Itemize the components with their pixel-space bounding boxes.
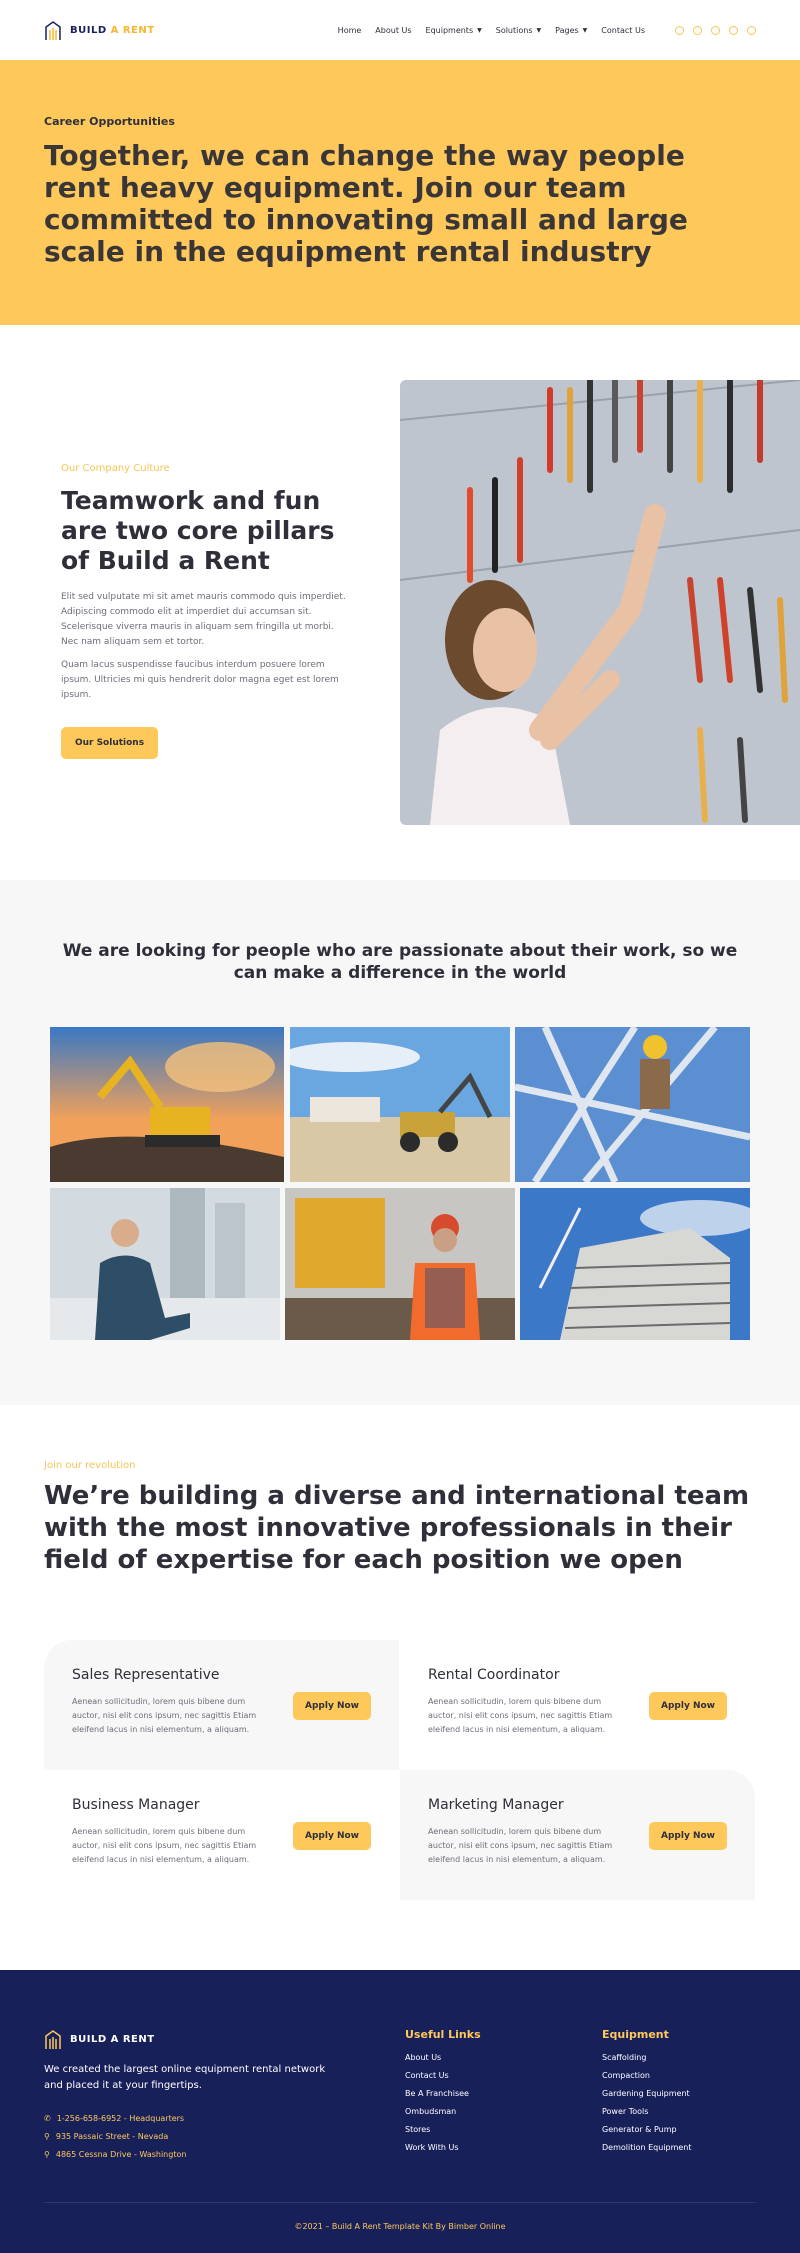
culture-title: Teamwork and fun are two core pillars of… xyxy=(61,486,335,575)
building-logo-icon xyxy=(45,2030,61,2049)
hero-eyebrow: Career Opportunities xyxy=(44,115,175,128)
map-pin-icon: ⚲ xyxy=(44,2150,50,2159)
job-title: Sales Representative xyxy=(72,1667,220,1683)
logo-text: BUILD A RENT xyxy=(70,2033,155,2045)
nav-contact-us[interactable]: Contact Us xyxy=(601,26,645,35)
nav-equipments[interactable]: Equipments ▼ xyxy=(426,26,482,35)
map-pin-icon: ⚲ xyxy=(44,2132,50,2141)
pinterest-icon[interactable] xyxy=(693,25,702,35)
contact-address-nevada[interactable]: ⚲ 935 Passaic Street - Nevada xyxy=(44,2132,186,2141)
culture-text: Our Company Culture Teamwork and fun are… xyxy=(61,463,351,759)
job-title: Business Manager xyxy=(72,1797,200,1813)
youtube-icon[interactable] xyxy=(729,25,738,35)
nav-solutions[interactable]: Solutions ▼ xyxy=(496,26,541,35)
construction-worker-photo xyxy=(285,1188,515,1340)
footer-contacts: ✆ 1-256-658-6952 - Headquarters ⚲ 935 Pass… xyxy=(44,2114,186,2168)
culture-paragraph-2: Quam lacus suspendisse faucibus interdum… xyxy=(61,660,339,700)
businessman-photo xyxy=(50,1188,280,1340)
job-description: Aenean sollicitudin, lorem quis bibene d… xyxy=(72,1697,257,1734)
footer-divider xyxy=(44,2202,756,2203)
footer-link[interactable]: Power Tools xyxy=(602,2107,692,2116)
footer-column-title: Equipment xyxy=(602,2028,669,2041)
social-links xyxy=(675,25,756,35)
job-description: Aenean sollicitudin, lorem quis bibene d… xyxy=(428,1697,613,1734)
hero-section: Career Opportunities Together, we can ch… xyxy=(0,60,800,325)
footer-link[interactable]: Gardening Equipment xyxy=(602,2089,692,2098)
footer-link[interactable]: Work With Us xyxy=(405,2143,481,2152)
careers-section: Join our revolution We’re building a div… xyxy=(0,1405,800,1970)
job-card-business-manager: Business Manager Aenean sollicitudin, lo… xyxy=(44,1770,399,1900)
job-description: Aenean sollicitudin, lorem quis bibene d… xyxy=(428,1827,613,1864)
revolution-title: We’re building a diverse and internation… xyxy=(44,1481,750,1575)
hero-title: Together, we can change the way people r… xyxy=(44,139,688,268)
contact-address-washington[interactable]: ⚲ 4865 Cessna Drive - Washington xyxy=(44,2150,186,2159)
revolution-eyebrow: Join our revolution xyxy=(44,1460,136,1471)
copyright: ©2021 – Build A Rent Template Kit By Bim… xyxy=(294,2222,506,2231)
chevron-down-icon: ▼ xyxy=(477,26,482,34)
dribbble-icon[interactable] xyxy=(747,25,756,35)
footer-link[interactable]: Stores xyxy=(405,2125,481,2134)
job-title: Rental Coordinator xyxy=(428,1667,560,1683)
building-logo-icon xyxy=(45,21,61,40)
apply-now-button[interactable]: Apply Now xyxy=(649,1822,727,1850)
apply-now-button[interactable]: Apply Now xyxy=(293,1822,371,1850)
apply-now-button[interactable]: Apply Now xyxy=(649,1692,727,1720)
footer-link[interactable]: Ombudsman xyxy=(405,2107,481,2116)
our-solutions-button[interactable]: Our Solutions xyxy=(61,727,158,759)
job-title: Marketing Manager xyxy=(428,1797,564,1813)
logo-text: BUILD A RENT xyxy=(70,24,155,36)
chevron-down-icon: ▼ xyxy=(582,26,588,34)
footer-link[interactable]: Demolition Equipment xyxy=(602,2143,692,2152)
passion-section: We are looking for people who are passio… xyxy=(0,880,800,1405)
contact-phone[interactable]: ✆ 1-256-658-6952 - Headquarters xyxy=(44,2114,186,2123)
job-card-sales-representative: Sales Representative Aenean sollicitudin… xyxy=(44,1640,399,1770)
footer-link[interactable]: Scaffolding xyxy=(602,2053,692,2062)
instagram-icon[interactable] xyxy=(675,25,684,35)
footer-equipment-links: Equipment Scaffolding Compaction Gardeni… xyxy=(602,2028,692,2161)
job-description: Aenean sollicitudin, lorem quis bibene d… xyxy=(72,1827,257,1864)
footer-logo[interactable]: BUILD A RENT xyxy=(44,2028,155,2050)
footer-link[interactable]: Compaction xyxy=(602,2071,692,2080)
culture-paragraph-1: Elit sed vulputate mi sit amet mauris co… xyxy=(61,592,346,647)
girl-with-tools-photo xyxy=(400,380,800,825)
nav-about-us[interactable]: About Us xyxy=(375,26,411,35)
footer-link[interactable]: About Us xyxy=(405,2053,481,2062)
main-nav: Home About Us Equipments ▼ Solutions ▼ Pag… xyxy=(338,26,645,35)
steel-frame-worker-photo xyxy=(515,1027,750,1182)
site-footer: BUILD A RENT We created the largest onli… xyxy=(0,1970,800,2253)
chevron-down-icon: ▼ xyxy=(536,26,542,34)
phone-icon: ✆ xyxy=(44,2114,51,2123)
footer-link[interactable]: Contact Us xyxy=(405,2071,481,2080)
passion-title: We are looking for people who are passio… xyxy=(62,941,738,983)
building-under-construction-photo xyxy=(520,1188,750,1340)
site-header: BUILD A RENT Home About Us Equipments ▼ S… xyxy=(0,0,800,60)
culture-section: Our Company Culture Teamwork and fun are… xyxy=(0,325,800,880)
job-card-rental-coordinator: Rental Coordinator Aenean sollicitudin, … xyxy=(400,1640,755,1770)
logo[interactable]: BUILD A RENT xyxy=(44,19,155,41)
job-card-marketing-manager: Marketing Manager Aenean sollicitudin, l… xyxy=(400,1770,755,1900)
footer-link[interactable]: Be A Franchisee xyxy=(405,2089,481,2098)
footer-useful-links: Useful Links About Us Contact Us Be A Fr… xyxy=(405,2028,481,2161)
excavator-sunset-photo xyxy=(50,1027,284,1182)
footer-column-title: Useful Links xyxy=(405,2028,481,2041)
nav-home[interactable]: Home xyxy=(338,26,362,35)
nav-pages[interactable]: Pages ▼ xyxy=(555,26,587,35)
footer-link[interactable]: Generator & Pump xyxy=(602,2125,692,2134)
culture-eyebrow: Our Company Culture xyxy=(61,463,170,474)
footer-description: We created the largest online equipment … xyxy=(44,2064,326,2091)
backhoe-photo xyxy=(290,1027,510,1182)
twitter-icon[interactable] xyxy=(711,25,720,35)
apply-now-button[interactable]: Apply Now xyxy=(293,1692,371,1720)
